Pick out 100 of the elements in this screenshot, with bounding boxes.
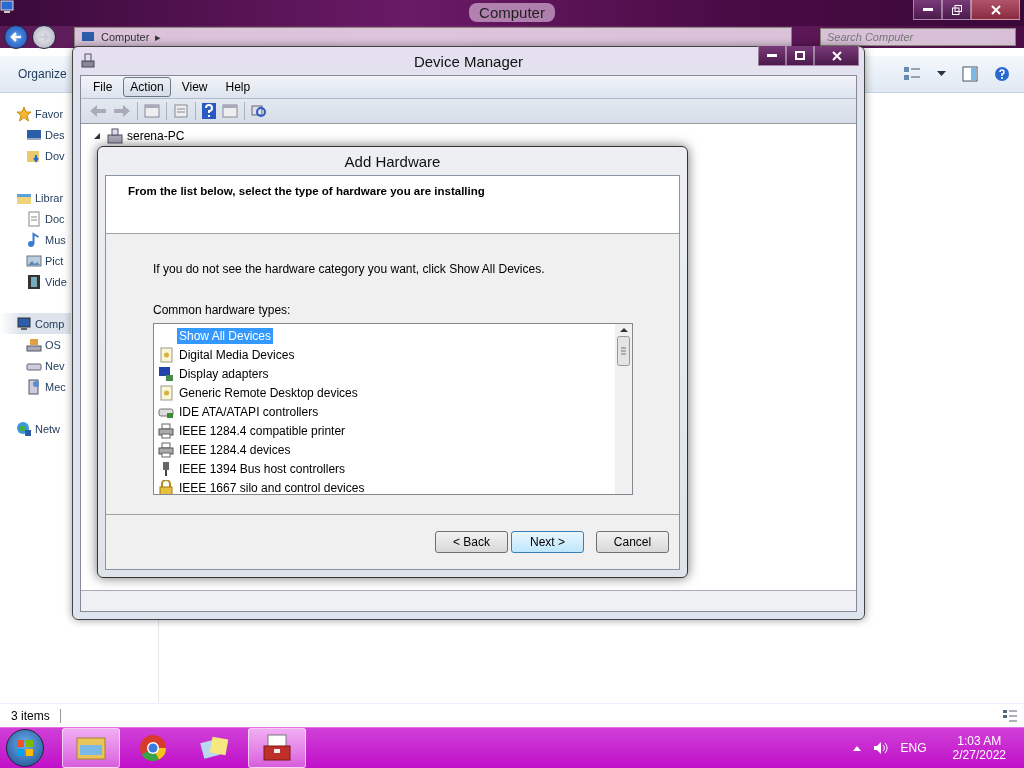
nav-item[interactable]: Nev bbox=[0, 355, 71, 376]
address-field[interactable]: Computer ▸ bbox=[74, 27, 792, 47]
clock[interactable]: 1:03 AM 2/27/2022 bbox=[952, 734, 1006, 762]
item-count: 3 items bbox=[11, 708, 61, 723]
dialog-button[interactable]: Cancel bbox=[596, 531, 669, 553]
close-icon bbox=[831, 50, 842, 61]
minimize-icon bbox=[922, 8, 933, 11]
media-drive-icon bbox=[26, 378, 42, 395]
nav-item[interactable]: Netw bbox=[0, 418, 71, 439]
nav-item[interactable]: Librar bbox=[0, 187, 71, 208]
list-item[interactable]: Generic Remote Desktop devices bbox=[158, 383, 615, 402]
printer-icon bbox=[158, 441, 174, 458]
globe-icon bbox=[16, 420, 32, 437]
folder-icon bbox=[76, 735, 106, 761]
nav-item[interactable]: Comp bbox=[0, 313, 71, 334]
scroll-thumb[interactable] bbox=[617, 336, 630, 366]
clock-time: 1:03 AM bbox=[957, 734, 1002, 748]
menu-item[interactable]: Action bbox=[123, 77, 171, 97]
list-item[interactable]: IDE ATA/ATAPI controllers bbox=[158, 402, 615, 421]
nav-item[interactable]: Pict bbox=[0, 250, 71, 271]
nav-item[interactable]: Doc bbox=[0, 208, 71, 229]
arrow-right-icon bbox=[38, 31, 50, 43]
speaker-icon bbox=[872, 741, 889, 755]
preview-pane-icon bbox=[962, 66, 978, 82]
search-field[interactable]: Search Computer bbox=[820, 28, 1016, 46]
minimize-button[interactable] bbox=[758, 46, 786, 66]
star-icon bbox=[16, 105, 32, 122]
list-item[interactable]: IEEE 1284.4 devices bbox=[158, 440, 615, 459]
minimize-button[interactable] bbox=[913, 0, 942, 20]
document-icon bbox=[26, 210, 42, 227]
chrome-icon bbox=[139, 734, 167, 762]
scan-icon bbox=[251, 103, 267, 119]
menu-item[interactable]: View bbox=[174, 77, 215, 97]
organize-menu[interactable]: Organize bbox=[18, 67, 67, 81]
details-view-icon bbox=[1002, 708, 1018, 723]
taskbar-button[interactable] bbox=[248, 728, 306, 768]
device-manager-icon bbox=[80, 53, 96, 69]
clock-date: 2/27/2022 bbox=[952, 748, 1006, 762]
printer-icon bbox=[158, 422, 174, 439]
window-title: Device Manager bbox=[413, 52, 524, 70]
nav-item[interactable]: Dov bbox=[0, 145, 71, 166]
tree-item[interactable]: serena-PC bbox=[127, 129, 185, 143]
picture-icon bbox=[26, 252, 42, 269]
nav-item[interactable]: OS bbox=[0, 334, 71, 355]
list-item[interactable]: IEEE 1284.4 compatible printer bbox=[158, 421, 615, 440]
caret-icon bbox=[937, 71, 946, 77]
menu-item[interactable]: File bbox=[86, 77, 120, 97]
nav-item[interactable]: Mus bbox=[0, 229, 71, 250]
list-label: Common hardware types: bbox=[153, 303, 292, 317]
maximize-button[interactable] bbox=[786, 46, 814, 66]
list-icon bbox=[173, 104, 189, 118]
list-item[interactable]: Digital Media Devices bbox=[158, 345, 615, 364]
view-options-icon bbox=[903, 66, 921, 82]
device-icon bbox=[158, 384, 174, 401]
nav-item[interactable]: Des bbox=[0, 124, 71, 145]
scroll-up-icon[interactable] bbox=[619, 328, 628, 332]
lock-icon bbox=[158, 479, 174, 494]
start-button[interactable] bbox=[6, 729, 44, 767]
hardware-list[interactable] bbox=[153, 323, 633, 495]
drive-icon bbox=[26, 336, 42, 353]
restore-icon bbox=[951, 4, 962, 15]
computer-icon bbox=[81, 31, 95, 43]
window-icon bbox=[144, 104, 160, 118]
arrow-left-icon bbox=[89, 104, 107, 118]
close-button[interactable] bbox=[814, 46, 859, 66]
breadcrumb-separator[interactable]: ▸ bbox=[155, 30, 162, 44]
maximize-icon bbox=[795, 50, 805, 61]
help-icon bbox=[202, 103, 216, 119]
display-icon bbox=[158, 365, 174, 382]
film-icon bbox=[26, 273, 42, 290]
nav-item[interactable]: Vide bbox=[0, 271, 71, 292]
nav-item[interactable]: Mec bbox=[0, 376, 71, 397]
back-button[interactable] bbox=[4, 25, 28, 49]
restore-button[interactable] bbox=[942, 0, 971, 20]
list-item[interactable]: IEEE 1667 silo and control devices bbox=[158, 478, 615, 494]
computer-icon bbox=[16, 315, 32, 332]
expand-icon[interactable] bbox=[93, 132, 101, 140]
language-indicator[interactable]: ENG bbox=[900, 741, 927, 755]
menu-item[interactable]: Help bbox=[218, 77, 258, 97]
arrow-right-icon bbox=[113, 104, 131, 118]
close-button[interactable] bbox=[971, 0, 1020, 20]
computer-icon bbox=[0, 0, 14, 14]
music-note-icon bbox=[26, 231, 42, 248]
dialog-button[interactable]: < Back bbox=[435, 531, 508, 553]
window-icon bbox=[222, 104, 238, 118]
instruction-text: If you do not see the hardware category you want, click Show All Devices. bbox=[153, 262, 546, 276]
dialog-heading: From the list below, select the type of hardware you are installing bbox=[128, 185, 486, 197]
toolbox-icon bbox=[262, 734, 292, 762]
nav-item[interactable]: Favor bbox=[0, 103, 71, 124]
address-text: Computer bbox=[101, 31, 150, 43]
caret-up-icon bbox=[852, 745, 861, 751]
computer-icon bbox=[105, 128, 123, 144]
arrow-left-icon bbox=[10, 31, 22, 43]
windows-logo-icon bbox=[16, 739, 34, 757]
help-icon bbox=[994, 66, 1010, 82]
forward-button[interactable] bbox=[32, 25, 56, 49]
dialog-button[interactable]: Next > bbox=[511, 531, 584, 553]
list-item[interactable]: Display adapters bbox=[158, 364, 615, 383]
list-item[interactable]: IEEE 1394 Bus host controllers bbox=[158, 459, 615, 478]
scrollbar[interactable] bbox=[615, 324, 632, 494]
